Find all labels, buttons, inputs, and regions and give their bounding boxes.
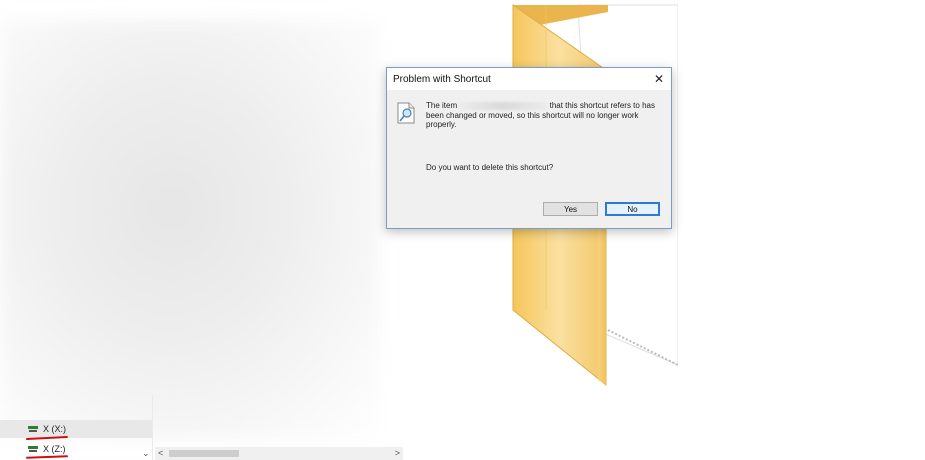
blurred-content bbox=[0, 20, 380, 440]
dialog-titlebar[interactable]: Problem with Shortcut ✕ bbox=[387, 68, 671, 90]
no-button[interactable]: No bbox=[605, 202, 660, 216]
horizontal-scrollbar[interactable]: < > bbox=[155, 447, 403, 460]
drive-label: X (Z:) bbox=[43, 444, 66, 454]
problem-with-shortcut-dialog: Problem with Shortcut ✕ The item that th… bbox=[386, 67, 672, 229]
yes-button[interactable]: Yes bbox=[543, 202, 598, 216]
scrollbar-thumb[interactable] bbox=[169, 450, 239, 457]
network-drive-icon bbox=[28, 425, 38, 433]
nav-item-drive-x[interactable]: X (X:) bbox=[0, 420, 152, 438]
dialog-question: Do you want to delete this shortcut? bbox=[426, 163, 554, 172]
scroll-right-icon[interactable]: > bbox=[395, 447, 400, 460]
pane-divider bbox=[152, 395, 153, 460]
shortcut-search-icon bbox=[397, 102, 415, 124]
drive-label: X (X:) bbox=[43, 424, 67, 434]
scroll-left-icon[interactable]: < bbox=[158, 447, 163, 460]
network-drive-icon bbox=[28, 445, 38, 453]
dialog-message: The item that this shortcut refers to ha… bbox=[426, 101, 666, 130]
close-icon[interactable]: ✕ bbox=[647, 68, 671, 90]
chevron-down-icon[interactable]: ⌄ bbox=[142, 448, 150, 459]
message-prefix: The item bbox=[426, 101, 458, 110]
dialog-title: Problem with Shortcut bbox=[393, 73, 491, 85]
nav-item-drive-z[interactable]: X (Z:) bbox=[0, 440, 152, 458]
explorer-navigation-pane bbox=[0, 0, 405, 460]
redacted-path bbox=[459, 101, 548, 110]
